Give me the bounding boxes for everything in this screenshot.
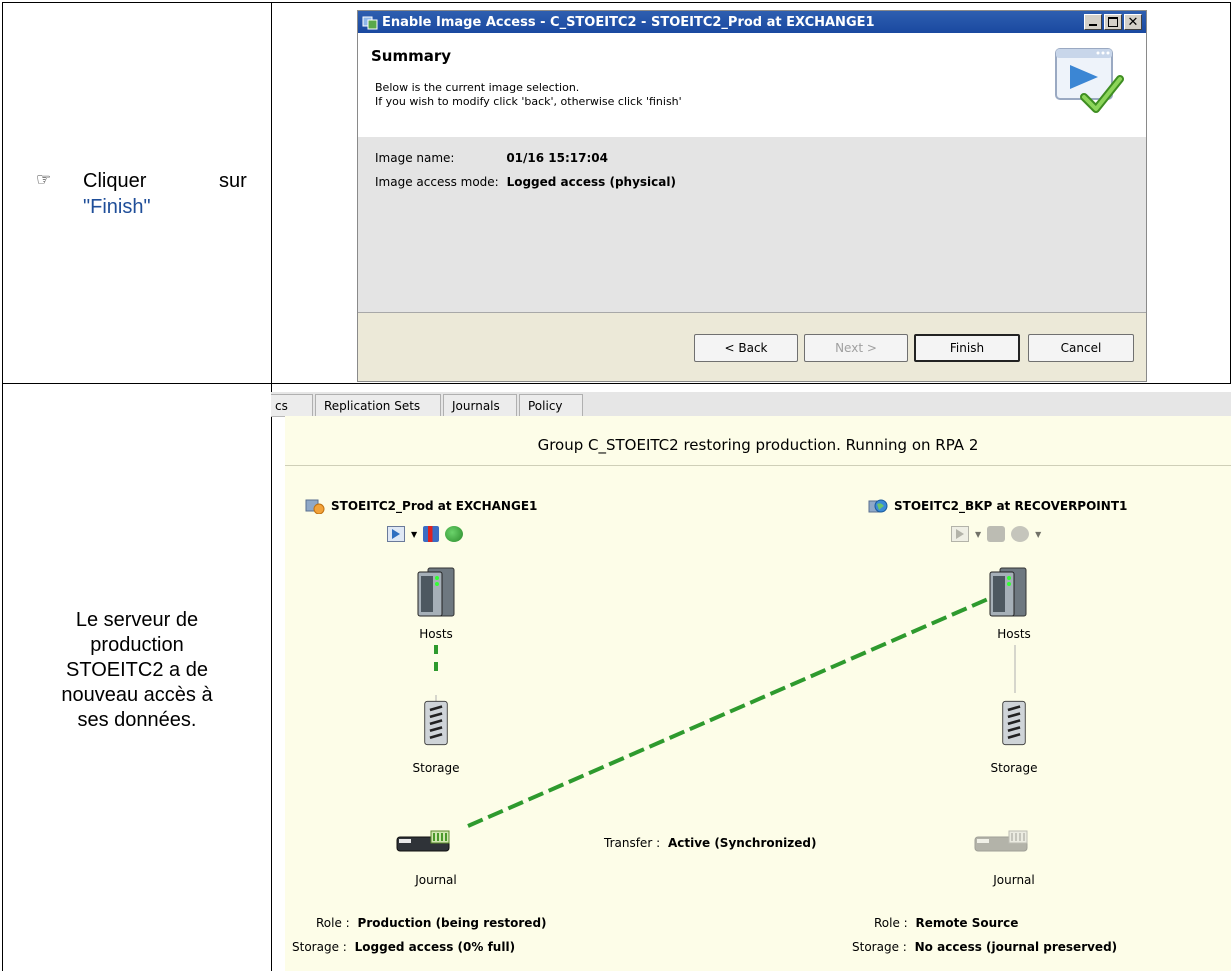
right-hosts-label: Hosts	[997, 627, 1031, 641]
image-access-icon[interactable]	[951, 526, 969, 542]
recoverpoint-app-icon	[362, 16, 378, 30]
transfer-label: Transfer :	[604, 836, 661, 850]
next-button[interactable]: Next >	[804, 334, 908, 362]
access-mode-value: Logged access (physical)	[506, 175, 676, 189]
right-site-toolbar: ▼ ▼	[951, 526, 1041, 542]
image-name-value: 01/16 15:17:04	[506, 151, 608, 165]
tab-policy[interactable]: Policy	[519, 394, 583, 416]
table-row-divider	[2, 383, 1230, 384]
minimize-button[interactable]	[1084, 14, 1102, 30]
tab-strip: cs Replication Sets Journals Policy	[271, 392, 1231, 417]
transfer-status: Transfer : Active (Synchronized)	[604, 836, 817, 850]
tab-replication-sets[interactable]: Replication Sets	[315, 394, 441, 416]
tab-journals[interactable]: Journals	[443, 394, 517, 416]
left-storage-row: Storage : Logged access (0% full)	[292, 940, 515, 954]
left-site-toolbar: ▼	[387, 526, 464, 542]
group-status-panel: Group C_STOEITC2 restoring production. R…	[285, 416, 1231, 971]
description-cell: Le serveur de production STOEITC2 a de n…	[3, 608, 271, 733]
right-storage-icon	[1002, 700, 1026, 746]
header-instruction-line1: Below is the current image selection.	[375, 81, 580, 94]
recover-production-icon[interactable]	[445, 526, 464, 542]
right-storage-state-value: No access (journal preserved)	[914, 940, 1118, 954]
right-site-name: STOEITC2_BKP at RECOVERPOINT1	[894, 499, 1128, 513]
description-line: nouveau accès à	[61, 684, 213, 706]
left-storage-state-value: Logged access (0% full)	[354, 940, 516, 954]
image-access-icon[interactable]	[387, 526, 405, 542]
right-storage-row: Storage : No access (journal preserved)	[852, 940, 1117, 954]
description-line: ses données.	[77, 709, 197, 731]
header-instruction-line2: If you wish to modify click 'back', othe…	[375, 95, 682, 108]
image-name-row: Image name: 01/16 15:17:04	[375, 151, 608, 165]
close-icon: ✕	[1127, 14, 1139, 30]
access-mode-label: Image access mode:	[375, 175, 499, 189]
dropdown-arrow-icon[interactable]: ▼	[975, 530, 981, 539]
failover-icon[interactable]	[423, 526, 440, 542]
description-line: STOEITC2 a de	[66, 659, 208, 681]
dropdown-arrow-icon[interactable]: ▼	[1035, 530, 1041, 539]
right-site-title: STOEITC2_BKP at RECOVERPOINT1	[868, 498, 1127, 514]
right-journal-icon	[974, 830, 1028, 852]
instruction-finish-link: "Finish"	[83, 196, 151, 218]
left-storage-label: Storage	[412, 761, 460, 775]
right-role-label: Role :	[874, 916, 908, 930]
description-line: production	[90, 634, 184, 656]
dialog-header: Summary Below is the current image selec…	[358, 33, 1146, 138]
right-storage-label: Storage	[990, 761, 1038, 775]
summary-heading: Summary	[371, 47, 452, 65]
table-border-left	[2, 2, 3, 971]
dialog-body: Image name: 01/16 15:17:04 Image access …	[358, 137, 1146, 313]
back-button[interactable]: < Back	[694, 334, 798, 362]
transfer-value: Active (Synchronized)	[667, 836, 817, 850]
dialog-titlebar: Enable Image Access - C_STOEITC2 - STOEI…	[358, 11, 1146, 33]
wizard-checkmark-icon	[1055, 48, 1124, 113]
left-site-name: STOEITC2_Prod at EXCHANGE1	[331, 499, 538, 513]
left-role-label: Role :	[316, 916, 350, 930]
left-hosts-server-icon	[417, 567, 455, 617]
image-name-label: Image name:	[375, 151, 455, 165]
maximize-button[interactable]	[1104, 14, 1122, 30]
left-role-value: Production (being restored)	[357, 916, 547, 930]
table-border-middle	[271, 2, 272, 971]
right-role-row: Role : Remote Source	[874, 916, 1018, 930]
maximize-icon	[1108, 17, 1118, 27]
recover-icon[interactable]	[1011, 526, 1030, 542]
right-hosts-server-icon	[989, 567, 1027, 617]
close-button[interactable]: ✕	[1124, 14, 1142, 30]
description-line: Le serveur de	[75, 609, 199, 631]
minimize-icon	[1089, 24, 1097, 26]
dropdown-arrow-icon[interactable]: ▼	[411, 530, 417, 539]
remote-site-globe-icon	[868, 499, 888, 513]
right-role-value: Remote Source	[915, 916, 1019, 930]
instruction-text-cliquer: Cliquer	[83, 170, 147, 192]
production-site-icon	[305, 499, 325, 514]
failover-icon[interactable]	[987, 526, 1006, 542]
table-border-top	[2, 2, 1230, 3]
right-journal-label: Journal	[993, 873, 1035, 887]
left-hosts-label: Hosts	[419, 627, 453, 641]
dialog-title: Enable Image Access - C_STOEITC2 - STOEI…	[382, 14, 875, 30]
left-journal-label: Journal	[415, 873, 457, 887]
bullet-pointing-hand-icon: ☞	[36, 170, 52, 189]
tab-statistics[interactable]: cs	[271, 394, 313, 416]
enable-image-access-dialog: Enable Image Access - C_STOEITC2 - STOEI…	[357, 10, 1147, 382]
left-journal-icon	[396, 830, 450, 852]
instruction-text-sur: sur	[219, 170, 247, 192]
left-role-row: Role : Production (being restored)	[316, 916, 547, 930]
access-mode-row: Image access mode: Logged access (physic…	[375, 175, 676, 189]
right-storage-state-label: Storage :	[852, 940, 907, 954]
table-border-right	[1230, 2, 1231, 384]
left-storage-state-label: Storage :	[292, 940, 347, 954]
cancel-button[interactable]: Cancel	[1028, 334, 1134, 362]
left-site-title: STOEITC2_Prod at EXCHANGE1	[305, 498, 537, 514]
left-storage-icon	[424, 700, 448, 746]
finish-button[interactable]: Finish	[914, 334, 1020, 362]
